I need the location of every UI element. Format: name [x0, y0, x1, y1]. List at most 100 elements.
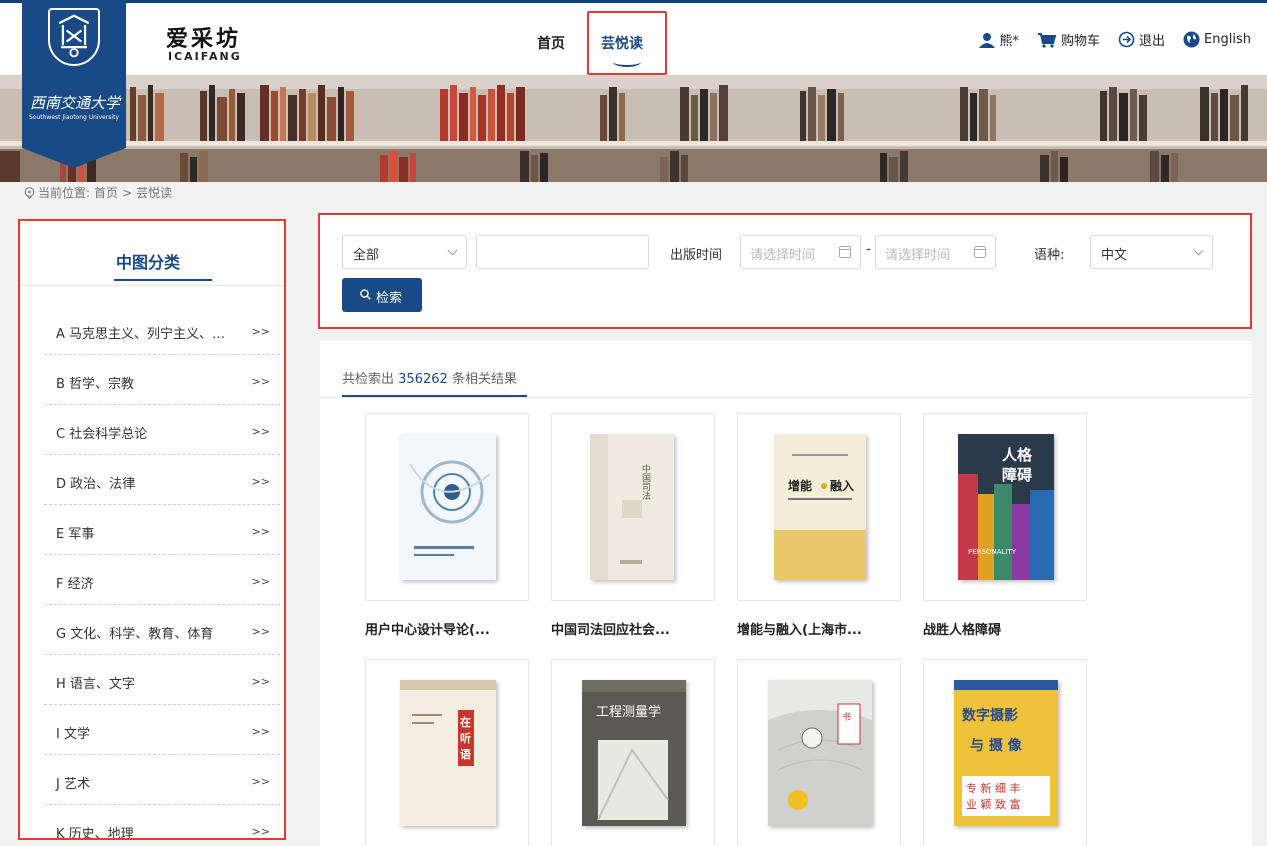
- book-title[interactable]: 中国司法回应社会...: [551, 619, 670, 638]
- book-cover: 人格 障碍 PERSONALITY: [958, 434, 1054, 580]
- book-cover: 数字摄影与 摄 像专 新 细 丰业 颖 致 富: [954, 680, 1058, 826]
- brand-name-en: ICAIFANG: [168, 50, 242, 63]
- book-card[interactable]: 人格 障碍 PERSONALITY: [923, 413, 1087, 601]
- category-item-j[interactable]: J 艺术 >>: [44, 755, 280, 805]
- category-item-c[interactable]: C 社会科学总论 >>: [44, 405, 280, 455]
- calendar-icon: [974, 246, 986, 258]
- university-badge[interactable]: 西南交通大学 Southwest Jiaotong University: [22, 0, 126, 168]
- date-end-picker[interactable]: 请选择时间: [875, 235, 996, 269]
- logout-label: 退出: [1139, 34, 1166, 49]
- user-account[interactable]: 熊*: [978, 30, 1019, 49]
- breadcrumb-home[interactable]: 首页: [94, 184, 118, 201]
- book-card[interactable]: 在听语: [365, 659, 529, 846]
- book-cover: 增能 融入: [774, 434, 866, 580]
- globe-icon: [1183, 31, 1200, 48]
- university-name-en: Southwest Jiaotong University: [28, 114, 119, 121]
- book-cover: 中国司法: [590, 434, 674, 580]
- category-arrow: >>: [251, 475, 270, 488]
- book-cover: 在听语: [400, 680, 496, 826]
- category-label: K 历史、地理: [56, 827, 134, 840]
- language-select[interactable]: 中文: [1090, 235, 1213, 269]
- result-count: 共检索出 356262 条相关结果: [342, 368, 517, 387]
- category-item-b[interactable]: B 哲学、宗教 >>: [44, 355, 280, 405]
- scope-select-value: 全部: [353, 248, 380, 263]
- category-label: I 文学: [56, 727, 90, 742]
- book-card[interactable]: 增能 融入: [737, 413, 901, 601]
- category-label: J 艺术: [56, 777, 90, 792]
- breadcrumb-label: 当前位置:: [38, 186, 91, 200]
- book-title[interactable]: 战胜人格障碍: [923, 619, 1001, 638]
- user-area: 熊* 购物车 退出 English: [960, 30, 1251, 49]
- keyword-input[interactable]: [476, 235, 649, 269]
- svg-text:在: 在: [460, 715, 471, 729]
- category-item-d[interactable]: D 政治、法律 >>: [44, 455, 280, 505]
- category-item-h[interactable]: H 语言、文字 >>: [44, 655, 280, 705]
- search-button[interactable]: 检索: [342, 278, 422, 312]
- book-title[interactable]: 用户中心设计导论(...: [365, 619, 490, 638]
- location-pin-icon: [24, 186, 35, 199]
- breadcrumb-current: 芸悦读: [136, 186, 173, 200]
- category-label: H 语言、文字: [56, 677, 135, 692]
- cart-link[interactable]: 购物车: [1037, 30, 1100, 49]
- category-arrow: >>: [251, 825, 270, 838]
- svg-text:障碍: 障碍: [1002, 466, 1032, 484]
- brand-name-cn[interactable]: 爱采坊: [166, 21, 241, 53]
- book-title[interactable]: 增能与融入(上海市...: [737, 619, 862, 638]
- active-indicator: [613, 57, 641, 67]
- date-separator: -: [866, 242, 871, 257]
- result-count-prefix: 共检索出: [342, 372, 395, 387]
- language-select-value: 中文: [1101, 248, 1128, 263]
- result-count-suffix: 条相关结果: [451, 372, 517, 387]
- result-divider: [320, 397, 1252, 398]
- category-item-f[interactable]: F 经济 >>: [44, 555, 280, 605]
- book-cover: [400, 434, 496, 580]
- svg-text:数字摄影: 数字摄影: [962, 707, 1018, 724]
- svg-text:工程测量学: 工程测量学: [596, 704, 661, 720]
- bookshelf-illustration: [0, 75, 1267, 182]
- svg-text:人格: 人格: [1002, 446, 1033, 464]
- category-item-k[interactable]: K 历史、地理 >>: [44, 805, 280, 840]
- book-card[interactable]: 书: [737, 659, 901, 846]
- logout-link[interactable]: 退出: [1118, 30, 1165, 49]
- scope-select[interactable]: 全部: [342, 235, 467, 269]
- date-start-picker[interactable]: 请选择时间: [740, 235, 861, 269]
- chevron-down-icon: [1193, 245, 1204, 256]
- category-label: A 马克思主义、列宁主义、…: [56, 327, 226, 342]
- svg-text:专 新 细 丰: 专 新 细 丰: [966, 781, 1021, 795]
- book-cover: 工程测量学: [582, 680, 686, 826]
- nav-yunyuedu-label: 芸悦读: [601, 36, 643, 52]
- cart-label: 购物车: [1061, 34, 1101, 49]
- svg-text:增能: 增能: [788, 478, 812, 493]
- nav-home[interactable]: 首页: [537, 33, 565, 53]
- cart-icon: [1038, 32, 1057, 48]
- category-arrow: >>: [251, 575, 270, 588]
- breadcrumb: 当前位置: 首页 > 芸悦读: [24, 184, 172, 201]
- nav-yunyuedu[interactable]: 芸悦读: [587, 11, 667, 75]
- book-card[interactable]: [365, 413, 529, 601]
- user-icon: [978, 32, 995, 48]
- book-card[interactable]: 数字摄影与 摄 像专 新 细 丰业 颖 致 富: [923, 659, 1087, 846]
- book-card[interactable]: 工程测量学: [551, 659, 715, 846]
- sidebar-title-underline: [114, 279, 212, 281]
- language-switch[interactable]: English: [1183, 31, 1251, 48]
- category-item-g[interactable]: G 文化、科学、教育、体育 >>: [44, 605, 280, 655]
- category-arrow: >>: [251, 625, 270, 638]
- category-label: E 军事: [56, 527, 95, 542]
- site-header: 爱采坊 ICAIFANG 首页 芸悦读 熊* 购物车 退出 English: [0, 3, 1267, 75]
- date-end-placeholder: 请选择时间: [885, 248, 951, 263]
- category-arrow: >>: [251, 775, 270, 788]
- results-panel: 共检索出 356262 条相关结果 用户中心设计导论(... 中国司法 中国司法…: [320, 341, 1252, 846]
- sidebar-title: 中图分类: [116, 253, 181, 272]
- svg-text:融入: 融入: [830, 478, 854, 493]
- category-item-a[interactable]: A 马克思主义、列宁主义、… >>: [44, 305, 280, 355]
- breadcrumb-separator: >: [122, 185, 133, 200]
- category-item-e[interactable]: E 军事 >>: [44, 505, 280, 555]
- search-panel: 全部 出版时间 请选择时间 - 请选择时间 语种: 中文 检索: [318, 213, 1252, 329]
- category-arrow: >>: [251, 725, 270, 738]
- language-label: English: [1204, 32, 1251, 47]
- category-item-i[interactable]: I 文学 >>: [44, 705, 280, 755]
- svg-text:中国司法: 中国司法: [641, 463, 651, 501]
- bookshelf-banner: [0, 75, 1267, 182]
- book-card[interactable]: 中国司法: [551, 413, 715, 601]
- svg-text:业 颖 致 富: 业 颖 致 富: [966, 797, 1021, 811]
